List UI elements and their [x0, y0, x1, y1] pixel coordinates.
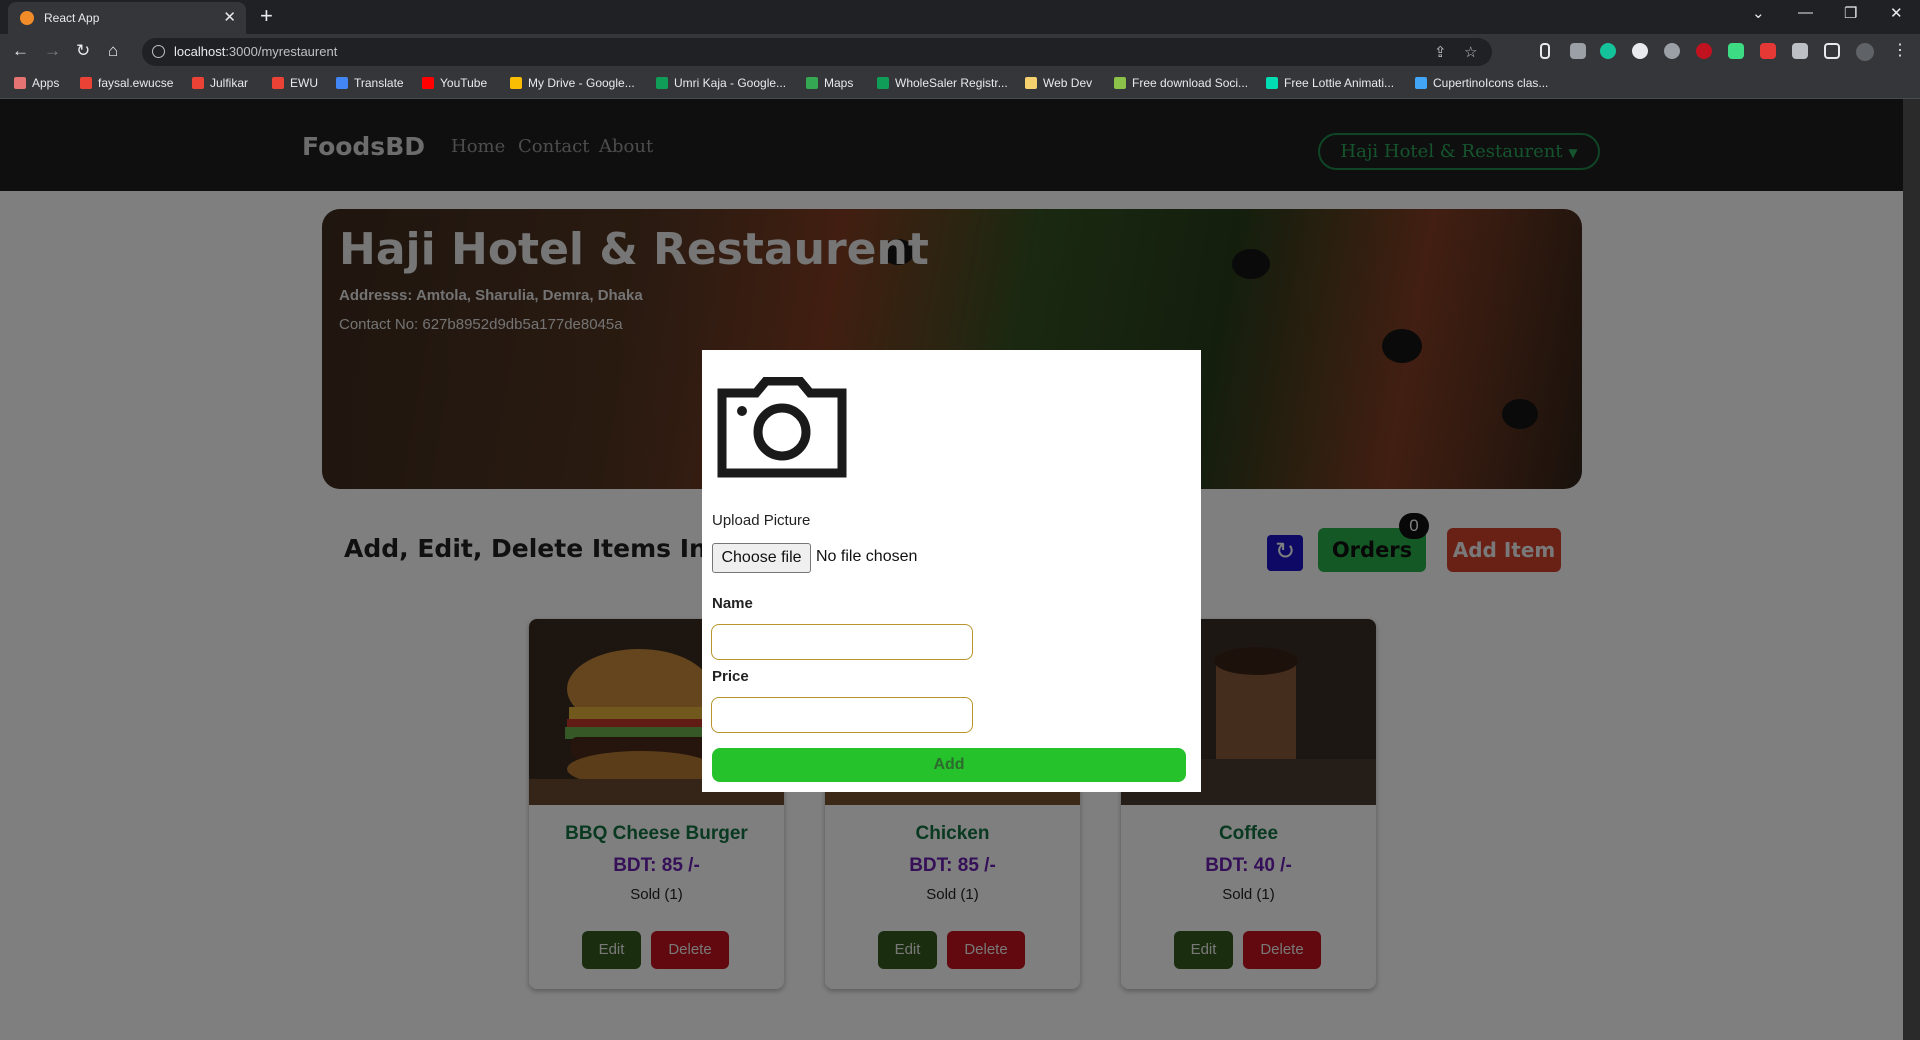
bookmark-star-icon[interactable]: ☆ — [1464, 43, 1477, 61]
tab-title: React App — [44, 11, 100, 25]
bookmark-label: EWU — [290, 76, 318, 90]
price-label: Price — [712, 668, 749, 685]
name-label: Name — [712, 595, 753, 612]
url-path: :3000/myrestaurent — [225, 44, 338, 59]
bookmark-item[interactable]: Julfikar — [192, 76, 248, 90]
bookmark-label: Translate — [354, 76, 404, 90]
bookmark-label: My Drive - Google... — [528, 76, 635, 90]
restore-icon[interactable]: ❐ — [1844, 4, 1857, 22]
gmail-icon — [192, 77, 204, 89]
maps-icon — [806, 77, 818, 89]
react-favicon-icon — [20, 11, 34, 25]
bookmark-label: Free Lottie Animati... — [1284, 76, 1395, 90]
add-item-modal: Upload Picture Choose file No file chose… — [702, 350, 1201, 792]
shield-extension-icon[interactable] — [1728, 43, 1744, 59]
pen-extension-icon[interactable] — [1570, 43, 1586, 59]
add-submit-button[interactable]: Add — [712, 748, 1186, 782]
home-icon[interactable]: ⌂ — [108, 41, 118, 61]
extensions-puzzle-icon[interactable] — [1792, 43, 1808, 59]
menu-kebab-icon[interactable]: ⋮ — [1892, 40, 1908, 59]
device-icon[interactable] — [1540, 43, 1550, 59]
choose-file-button[interactable]: Choose file — [712, 543, 811, 573]
drive-icon — [510, 77, 522, 89]
back-icon[interactable]: ← — [12, 41, 29, 61]
page-scrollbar-strip — [1903, 99, 1920, 1040]
bookmark-label: Apps — [32, 76, 60, 90]
bookmark-label: faysal.ewucse — [98, 76, 174, 90]
bookmark-label: Free download Soci... — [1132, 76, 1249, 90]
folder-icon — [1025, 77, 1037, 89]
sheets-icon — [877, 77, 889, 89]
side-panel-icon[interactable] — [1824, 43, 1840, 59]
close-window-icon[interactable]: ✕ — [1890, 4, 1903, 22]
price-input[interactable] — [711, 697, 973, 733]
bookmark-item[interactable]: My Drive - Google... — [510, 76, 635, 90]
browser-tab-strip: React App ✕ + ⌄ — ❐ ✕ — [0, 0, 1920, 34]
forward-icon[interactable]: → — [44, 41, 61, 61]
gmail-icon — [272, 77, 284, 89]
site-info-icon[interactable] — [152, 45, 165, 58]
address-bar[interactable]: localhost:3000/myrestaurent ☆ ⇪ — [142, 38, 1492, 66]
file-status-text: No file chosen — [816, 548, 918, 565]
ublock-icon[interactable] — [1696, 43, 1712, 59]
bookmark-item[interactable]: YouTube — [422, 76, 487, 90]
leaf-icon — [1114, 77, 1126, 89]
bookmark-item[interactable]: Free download Soci... — [1114, 76, 1248, 90]
bookmark-item[interactable]: Umri Kaja - Google... — [656, 76, 786, 90]
bookmark-label: Maps — [824, 76, 854, 90]
ext-red-icon[interactable] — [1760, 43, 1776, 59]
youtube-icon — [422, 77, 434, 89]
cloud-extension-icon[interactable] — [1664, 43, 1680, 59]
tab-search-icon[interactable]: ⌄ — [1752, 4, 1765, 22]
bookmark-label: Web Dev — [1043, 76, 1093, 90]
bookmarks-bar: Apps faysal.ewucse Julfikar EWU Translate You… — [0, 70, 1920, 99]
bookmark-label: WholeSaler Registr... — [895, 76, 1008, 90]
minimize-icon[interactable]: — — [1798, 4, 1813, 21]
profile-avatar[interactable] — [1856, 43, 1874, 61]
translate-icon — [336, 77, 348, 89]
lottie-icon — [1266, 77, 1278, 89]
bookmark-item[interactable]: Translate — [336, 76, 404, 90]
bookmark-label: CupertinoIcons clas... — [1433, 76, 1549, 90]
reload-icon[interactable]: ↻ — [76, 41, 90, 61]
camera-icon[interactable] — [716, 377, 848, 479]
close-tab-icon[interactable]: ✕ — [223, 8, 236, 26]
bookmark-item[interactable]: faysal.ewucse — [80, 76, 173, 90]
bookmark-item[interactable]: Apps — [14, 76, 59, 90]
flutter-icon — [1415, 77, 1427, 89]
clock-extension-icon[interactable] — [1632, 43, 1648, 59]
new-tab-icon[interactable]: + — [260, 3, 273, 29]
bookmark-label: YouTube — [440, 76, 488, 90]
browser-tab[interactable]: React App ✕ — [8, 2, 246, 34]
url-text: localhost:3000/myrestaurent — [174, 44, 337, 59]
url-host: localhost — [174, 44, 226, 59]
bookmark-item[interactable]: CupertinoIcons clas... — [1415, 76, 1548, 90]
gmail-icon — [80, 77, 92, 89]
sheets-icon — [656, 77, 668, 89]
name-input[interactable] — [711, 624, 973, 660]
bookmark-item[interactable]: Free Lottie Animati... — [1266, 76, 1394, 90]
bookmark-item[interactable]: Web Dev — [1025, 76, 1092, 90]
bookmark-item[interactable]: Maps — [806, 76, 853, 90]
bookmark-label: Julfikar — [210, 76, 249, 90]
grammarly-icon[interactable] — [1600, 43, 1616, 59]
upload-picture-label: Upload Picture — [712, 512, 811, 529]
bookmark-item[interactable]: EWU — [272, 76, 318, 90]
apps-grid-icon — [14, 77, 26, 89]
share-icon[interactable]: ⇪ — [1434, 43, 1447, 61]
bookmark-item[interactable]: WholeSaler Registr... — [877, 76, 1008, 90]
bookmark-label: Umri Kaja - Google... — [674, 76, 787, 90]
